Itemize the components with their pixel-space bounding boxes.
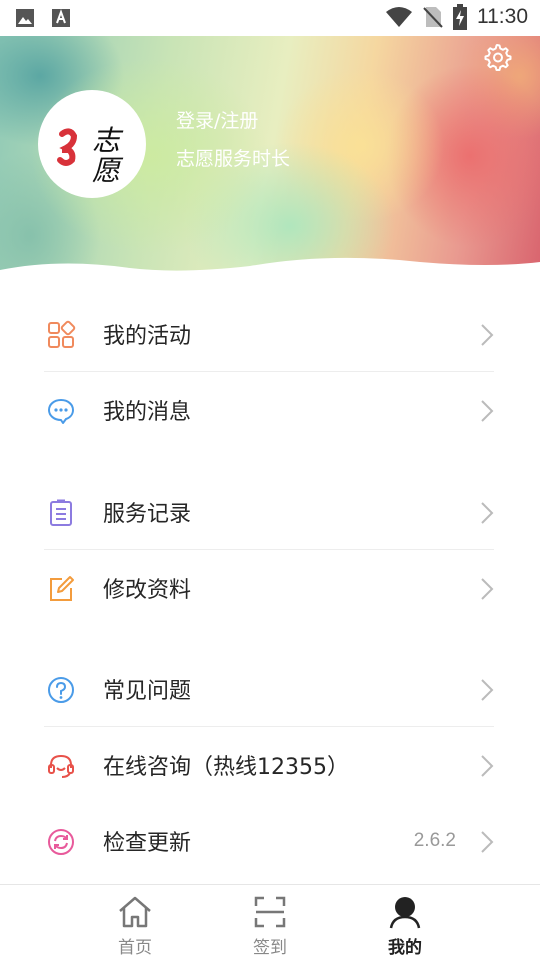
chat-bubble-icon	[48, 399, 74, 424]
menu-item-service-records[interactable]: 服务记录	[0, 474, 540, 550]
menu-group-records: 服务记录 修改资料	[0, 474, 540, 626]
home-icon	[119, 896, 151, 928]
user-icon	[389, 897, 421, 929]
menu-item-check-update[interactable]: 检查更新 2.6.2	[0, 803, 540, 879]
menu-group-help: 常见问题 在线咨询（热线12355） 检查更新 2.6.2	[0, 651, 540, 879]
avatar[interactable]: 志愿	[38, 90, 146, 198]
refresh-circle-icon	[48, 829, 74, 855]
status-time: 11:30	[477, 5, 528, 28]
menu-label: 我的活动	[103, 324, 192, 349]
chevron-right-icon	[481, 755, 494, 777]
question-circle-icon	[48, 677, 74, 703]
scan-icon	[254, 896, 286, 928]
avatar-logo-text: 志愿	[92, 124, 121, 187]
menu-item-faq[interactable]: 常见问题	[0, 651, 540, 727]
menu-group-activity: 我的活动 我的消息	[0, 296, 540, 448]
tab-label: 首页	[118, 938, 152, 958]
chevron-right-icon	[481, 400, 494, 422]
status-bar: 11:30	[0, 0, 540, 36]
chevron-right-icon	[481, 831, 494, 853]
tab-mine[interactable]: 我的	[355, 885, 455, 960]
menu-item-my-activities[interactable]: 我的活动	[0, 296, 540, 372]
chevron-right-icon	[481, 679, 494, 701]
menu-item-my-messages[interactable]: 我的消息	[0, 372, 540, 448]
menu-item-online-consult[interactable]: 在线咨询（热线12355）	[0, 727, 540, 803]
tab-home[interactable]: 首页	[85, 885, 185, 960]
tab-checkin[interactable]: 签到	[220, 885, 320, 960]
tab-label: 签到	[253, 938, 287, 958]
profile-header: 志愿 登录/注册 志愿服务时长	[0, 36, 540, 276]
app-version: 2.6.2	[413, 830, 456, 851]
text-notification-icon	[52, 9, 70, 27]
service-hours-label: 志愿服务时长	[176, 148, 291, 170]
settings-gear-icon[interactable]	[482, 42, 512, 72]
chevron-right-icon	[481, 578, 494, 600]
battery-charging-icon	[453, 4, 467, 30]
chevron-right-icon	[481, 502, 494, 524]
chevron-right-icon	[481, 324, 494, 346]
menu-label: 常见问题	[103, 679, 192, 704]
image-notification-icon	[16, 9, 34, 27]
clipboard-list-icon	[50, 499, 72, 526]
bottom-tab-bar: 首页 签到 我的	[0, 884, 540, 960]
login-register-link[interactable]: 登录/注册	[176, 106, 258, 133]
grid-apps-icon	[48, 320, 76, 348]
menu-item-edit-profile[interactable]: 修改资料	[0, 550, 540, 626]
tab-label: 我的	[388, 938, 422, 958]
wifi-icon	[386, 7, 412, 27]
menu-label: 服务记录	[103, 502, 192, 527]
menu-label: 我的消息	[103, 400, 192, 425]
headset-icon	[48, 754, 74, 778]
menu-label: 检查更新	[103, 831, 192, 856]
menu-label: 修改资料	[103, 578, 192, 603]
no-sim-icon	[423, 7, 443, 28]
menu-label: 在线咨询（热线12355）	[103, 755, 349, 780]
edit-square-icon	[50, 576, 74, 601]
header-wave-divider	[0, 257, 540, 276]
